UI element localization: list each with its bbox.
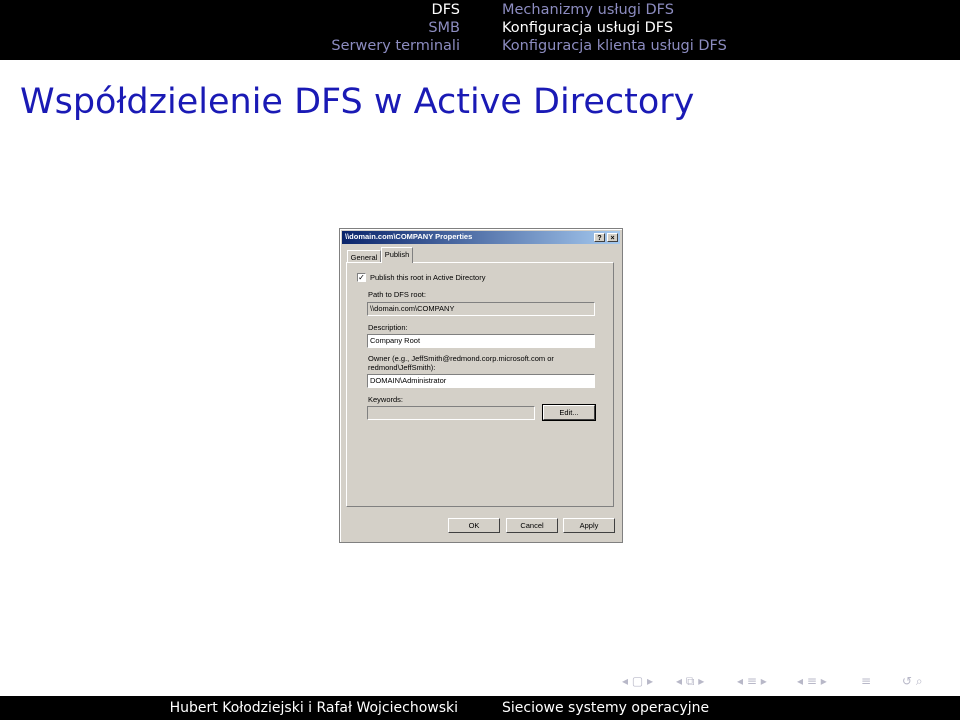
nav-prev-section-icon[interactable]: ◂ ≡ ▸ — [737, 673, 767, 689]
footer-bar: Hubert Kołodziejski i Rafał Wojciechowsk… — [0, 696, 960, 720]
apply-button[interactable]: Apply — [563, 518, 615, 533]
tab-publish[interactable]: Publish — [381, 247, 413, 263]
subsection-nav: Mechanizmy usługi DFS Konfiguracja usług… — [480, 0, 960, 60]
path-field: \\domain.com\COMPANY — [367, 302, 595, 316]
publish-panel: ✓ Publish this root in Active Directory … — [346, 262, 614, 507]
owner-label-2: redmond\JeffSmith): — [368, 363, 436, 372]
nav-prev-subsection-icon[interactable]: ◂ ⧉ ▸ — [676, 673, 704, 689]
footer-authors: Hubert Kołodziejski i Rafał Wojciechowsk… — [169, 700, 458, 716]
nav-section-terminal-servers[interactable]: Serwery terminali — [331, 37, 460, 56]
nav-subsection-mechanisms[interactable]: Mechanizmy usługi DFS — [502, 1, 674, 20]
edit-button[interactable]: Edit... — [542, 404, 596, 421]
properties-dialog: \\domain.com\COMPANY Properties ? × Gene… — [339, 228, 623, 543]
header-bar: DFS SMB Serwery terminali Mechanizmy usł… — [0, 0, 960, 60]
publish-checkbox[interactable]: ✓ — [357, 273, 366, 282]
publish-checkbox-label: Publish this root in Active Directory — [370, 273, 486, 282]
nav-subsection-client-configuration[interactable]: Konfiguracja klienta usługi DFS — [502, 37, 727, 56]
nav-search-icon[interactable]: ↺ ⌕ — [902, 673, 923, 689]
nav-toc-icon[interactable]: ≡ — [861, 673, 871, 689]
close-button[interactable]: × — [607, 233, 618, 242]
cancel-button[interactable]: Cancel — [506, 518, 558, 533]
footer-course: Sieciowe systemy operacyjne — [502, 700, 710, 716]
nav-next-section-icon[interactable]: ◂ ≡ ▸ — [797, 673, 827, 689]
help-button[interactable]: ? — [594, 233, 605, 242]
description-label: Description: — [368, 323, 408, 332]
nav-section-smb[interactable]: SMB — [428, 19, 460, 38]
owner-field[interactable]: DOMAIN\Administrator — [367, 374, 595, 388]
page-title: Współdzielenie DFS w Active Directory — [20, 82, 695, 122]
description-field[interactable]: Company Root — [367, 334, 595, 348]
dialog-title-bar: \\domain.com\COMPANY Properties ? × — [342, 231, 620, 244]
keywords-label: Keywords: — [368, 395, 404, 404]
dialog-title: \\domain.com\COMPANY Properties — [345, 232, 473, 241]
nav-section-dfs[interactable]: DFS — [432, 1, 460, 20]
owner-label: Owner (e.g., JeffSmith@redmond.corp.micr… — [368, 354, 554, 363]
nav-subsection-configuration[interactable]: Konfiguracja usługi DFS — [502, 19, 673, 38]
ok-button[interactable]: OK — [448, 518, 500, 533]
section-nav: DFS SMB Serwery terminali — [0, 0, 480, 60]
path-label: Path to DFS root: — [368, 290, 426, 299]
nav-prev-frame-icon[interactable]: ◂ ▢ ▸ — [622, 673, 653, 689]
keywords-field — [367, 406, 535, 420]
